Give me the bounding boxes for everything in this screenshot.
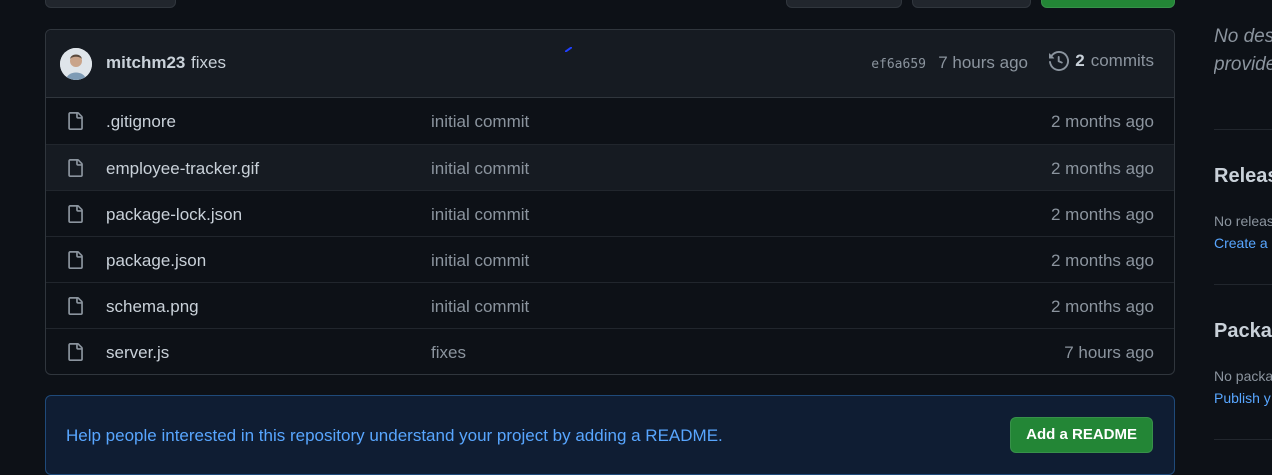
- file-commit-message[interactable]: initial commit: [431, 159, 529, 179]
- sidebar-divider: [1214, 439, 1272, 440]
- add-file-button[interactable]: [912, 0, 1031, 8]
- file-name-link[interactable]: package-lock.json: [106, 205, 242, 225]
- no-description-line: No des: [1214, 26, 1272, 47]
- file-name-link[interactable]: package.json: [106, 251, 206, 271]
- file-age: 2 months ago: [1050, 112, 1154, 131]
- commits-label: commits: [1090, 51, 1154, 70]
- commit-time: 7 hours ago: [938, 53, 1028, 72]
- file-commit-message[interactable]: initial commit: [431, 297, 529, 317]
- add-readme-button[interactable]: Add a README: [1010, 417, 1153, 453]
- sidebar-divider: [1214, 129, 1272, 130]
- history-icon: [1049, 51, 1070, 71]
- packages-title[interactable]: Packag: [1214, 320, 1272, 343]
- file-age: 7 hours ago: [1064, 343, 1154, 362]
- branch-select-button[interactable]: [45, 0, 176, 8]
- file-row[interactable]: server.js fixes 7 hours ago: [46, 328, 1174, 374]
- file-age: 2 months ago: [1050, 297, 1154, 316]
- releases-title[interactable]: Releas: [1214, 165, 1272, 188]
- file-name-link[interactable]: schema.png: [106, 297, 199, 317]
- file-list: .gitignore initial commit 2 months ago e…: [46, 98, 1174, 374]
- file-row[interactable]: package-lock.json initial commit 2 month…: [46, 190, 1174, 236]
- file-name-link[interactable]: .gitignore: [106, 112, 176, 132]
- file-icon: [68, 297, 83, 315]
- no-description-line: provide: [1214, 54, 1272, 75]
- commit-count: 2: [1075, 51, 1085, 70]
- file-age: 2 months ago: [1050, 159, 1154, 178]
- file-icon: [68, 112, 83, 130]
- file-row[interactable]: .gitignore initial commit 2 months ago: [46, 98, 1174, 144]
- file-icon: [68, 343, 83, 361]
- sidebar-divider: [1214, 284, 1272, 285]
- readme-banner-text: Help people interested in this repositor…: [66, 426, 723, 445]
- file-row[interactable]: employee-tracker.gif initial commit 2 mo…: [46, 144, 1174, 190]
- file-age: 2 months ago: [1050, 205, 1154, 224]
- file-row[interactable]: schema.png initial commit 2 months ago: [46, 282, 1174, 328]
- file-icon: [68, 251, 83, 269]
- latest-commit-header: mitchm23 fixes ef6a659 7 hours ago 2 com…: [46, 30, 1174, 98]
- file-icon: [68, 159, 83, 177]
- commit-message-link[interactable]: fixes: [191, 53, 226, 73]
- create-release-link[interactable]: Create a: [1214, 235, 1268, 251]
- commit-sha-link[interactable]: ef6a659: [871, 57, 926, 72]
- file-row[interactable]: package.json initial commit 2 months ago: [46, 236, 1174, 282]
- commit-author-link[interactable]: mitchm23: [106, 53, 185, 73]
- releases-empty-text: No releas: [1214, 213, 1272, 229]
- file-commit-message[interactable]: fixes: [431, 343, 466, 363]
- repo-sidebar: No des provide Releas No releas Create a…: [1214, 0, 1272, 456]
- publish-package-link[interactable]: Publish y: [1214, 390, 1271, 406]
- file-commit-message[interactable]: initial commit: [431, 205, 529, 225]
- no-description-text: No des provide: [1214, 23, 1272, 79]
- file-icon: [68, 205, 83, 223]
- cursor-mark: [565, 47, 572, 52]
- readme-banner: Help people interested in this repositor…: [45, 395, 1175, 475]
- file-commit-message[interactable]: initial commit: [431, 251, 529, 271]
- packages-empty-text: No packa: [1214, 368, 1272, 384]
- go-to-file-button[interactable]: [786, 0, 902, 8]
- file-browser: mitchm23 fixes ef6a659 7 hours ago 2 com…: [45, 29, 1175, 375]
- commits-history-link[interactable]: 2 commits: [1049, 51, 1154, 71]
- file-name-link[interactable]: server.js: [106, 343, 169, 363]
- file-commit-message[interactable]: initial commit: [431, 112, 529, 132]
- avatar[interactable]: [60, 48, 92, 80]
- file-age: 2 months ago: [1050, 251, 1154, 270]
- file-name-link[interactable]: employee-tracker.gif: [106, 159, 259, 179]
- code-button[interactable]: [1041, 0, 1175, 8]
